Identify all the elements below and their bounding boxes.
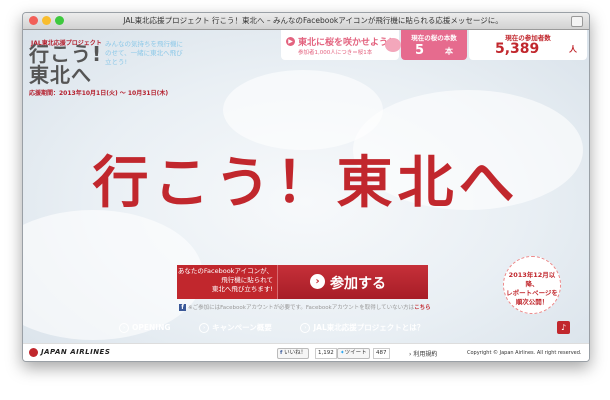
chevron-right-icon: › bbox=[310, 274, 325, 289]
join-button-label: 参加する bbox=[330, 276, 386, 292]
tagline: みんなの気持ちを飛行機にのせて、一緒に東北へ飛び立とう! bbox=[105, 40, 183, 66]
nav-item-label: JAL東北応援プロジェクトとは？ bbox=[313, 323, 425, 332]
facebook-like-label: いいね！ bbox=[284, 350, 307, 356]
terms-label: 利用規約 bbox=[413, 351, 438, 358]
facebook-signup-link[interactable]: こちら bbox=[414, 305, 431, 311]
cloud-decoration bbox=[223, 70, 383, 150]
report-badge-line: 2013年12月以降、 bbox=[508, 271, 556, 288]
join-button[interactable]: › 参加する bbox=[277, 265, 428, 299]
close-button[interactable] bbox=[29, 16, 38, 25]
tweet-label: ツイート bbox=[344, 350, 367, 356]
facebook-icon: f bbox=[280, 350, 283, 356]
browser-window: JAL東北応援プロジェクト 行こう！東北へ – みんなのFacebookアイコン… bbox=[22, 12, 590, 362]
participant-count-box: 現在の参加者数 5,389 人 bbox=[469, 30, 587, 60]
cherry-count-box: 現在の桜の本数 5 本 bbox=[401, 30, 467, 60]
sound-toggle-icon[interactable]: ♪ bbox=[557, 321, 570, 334]
participant-count-unit: 人 bbox=[569, 45, 577, 54]
cherry-count-value: 5 bbox=[415, 43, 425, 58]
like-count: 1,192 bbox=[315, 348, 337, 359]
cloud-decoration bbox=[23, 210, 203, 340]
minimize-button[interactable] bbox=[42, 16, 51, 25]
chevron-right-icon: › bbox=[119, 323, 129, 333]
arrow-right-icon: ▶ bbox=[286, 37, 295, 46]
nav-item-label: OPENING bbox=[132, 323, 171, 332]
nav-item-label: キャンペーン概要 bbox=[212, 323, 272, 332]
sakura-title: 東北に桜を咲かせよう！ bbox=[298, 38, 398, 48]
fullscreen-toggle[interactable] bbox=[571, 16, 583, 27]
report-badge-line: 順次公開！ bbox=[515, 298, 549, 306]
window-titlebar: JAL東北応援プロジェクト 行こう！東北へ – みんなのFacebookアイコン… bbox=[23, 13, 589, 30]
terms-link[interactable]: › 利用規約 bbox=[409, 349, 437, 358]
facebook-like-button[interactable]: f いいね！ bbox=[277, 348, 310, 359]
nav-item-opening[interactable]: › OPENING bbox=[119, 323, 171, 333]
cta-description-line: 東北へ飛び立ちます! bbox=[211, 285, 273, 293]
cta-description-line: あなたのFacebookアイコンが、 bbox=[177, 267, 273, 275]
facebook-note-text: ※ご参加にはFacebookアカウントが必要です。Facebookアカウントを取… bbox=[188, 305, 415, 311]
cta-description: あなたのFacebookアイコンが、 飛行機に貼られて 東北へ飛び立ちます! bbox=[177, 265, 277, 299]
participant-count-value: 5,389 bbox=[495, 41, 540, 57]
nav-item-campaign[interactable]: › キャンペーン概要 bbox=[199, 323, 272, 333]
copyright: Copyright © Japan Airlines. All right re… bbox=[467, 350, 582, 356]
sakura-info-box[interactable]: ▶ 東北に桜を咲かせよう！ 参加者1,000人につき＝桜1本 bbox=[281, 30, 401, 60]
airline-name: JAPAN AIRLINES bbox=[41, 348, 111, 356]
cherry-tree-icon bbox=[385, 38, 401, 52]
nav-item-about[interactable]: › JAL東北応援プロジェクトとは？ bbox=[300, 323, 425, 333]
cherry-count-label: 現在の桜の本数 bbox=[411, 34, 457, 42]
sakura-rule: 参加者1,000人につき＝桜1本 bbox=[298, 50, 373, 56]
jal-crane-logo-icon bbox=[29, 348, 38, 357]
chevron-right-icon: › bbox=[300, 323, 311, 333]
site-logo[interactable]: 行こう! 東北へ bbox=[29, 44, 102, 86]
cherry-count-unit: 本 bbox=[445, 47, 453, 56]
campaign-period: 応援期間：2013年10月1日(火) 〜 10月31日(木) bbox=[29, 90, 169, 97]
site-footer: JAPAN AIRLINES f いいね！ 1,192 ✦ツイート 487 › … bbox=[23, 343, 589, 361]
hero-headline: 行こう！東北へ bbox=[92, 151, 520, 216]
report-badge: 2013年12月以降、 レポートページを 順次公開！ bbox=[503, 256, 561, 314]
facebook-note: f ※ご参加にはFacebookアカウントが必要です。Facebookアカウントを… bbox=[179, 303, 439, 313]
logo-line-1: 行こう! bbox=[29, 42, 103, 66]
chevron-right-icon: › bbox=[199, 323, 210, 333]
facebook-icon: f bbox=[179, 304, 186, 311]
cta-description-line: 飛行機に貼られて bbox=[221, 276, 273, 284]
bottom-nav: › OPENING › キャンペーン概要 › JAL東北応援プロジェクトとは？ bbox=[119, 322, 519, 334]
page-content: JAL東北応援プロジェクト 行こう! 東北へ みんなの気持ちを飛行機にのせて、一… bbox=[23, 30, 589, 343]
window-title: JAL東北応援プロジェクト 行こう！東北へ – みんなのFacebookアイコン… bbox=[123, 16, 503, 25]
report-badge-line: レポートページを bbox=[506, 289, 558, 297]
logo-line-2: 東北へ bbox=[29, 63, 92, 87]
tweet-count: 487 bbox=[373, 348, 390, 359]
tweet-button[interactable]: ✦ツイート bbox=[337, 348, 370, 359]
zoom-button[interactable] bbox=[55, 16, 64, 25]
